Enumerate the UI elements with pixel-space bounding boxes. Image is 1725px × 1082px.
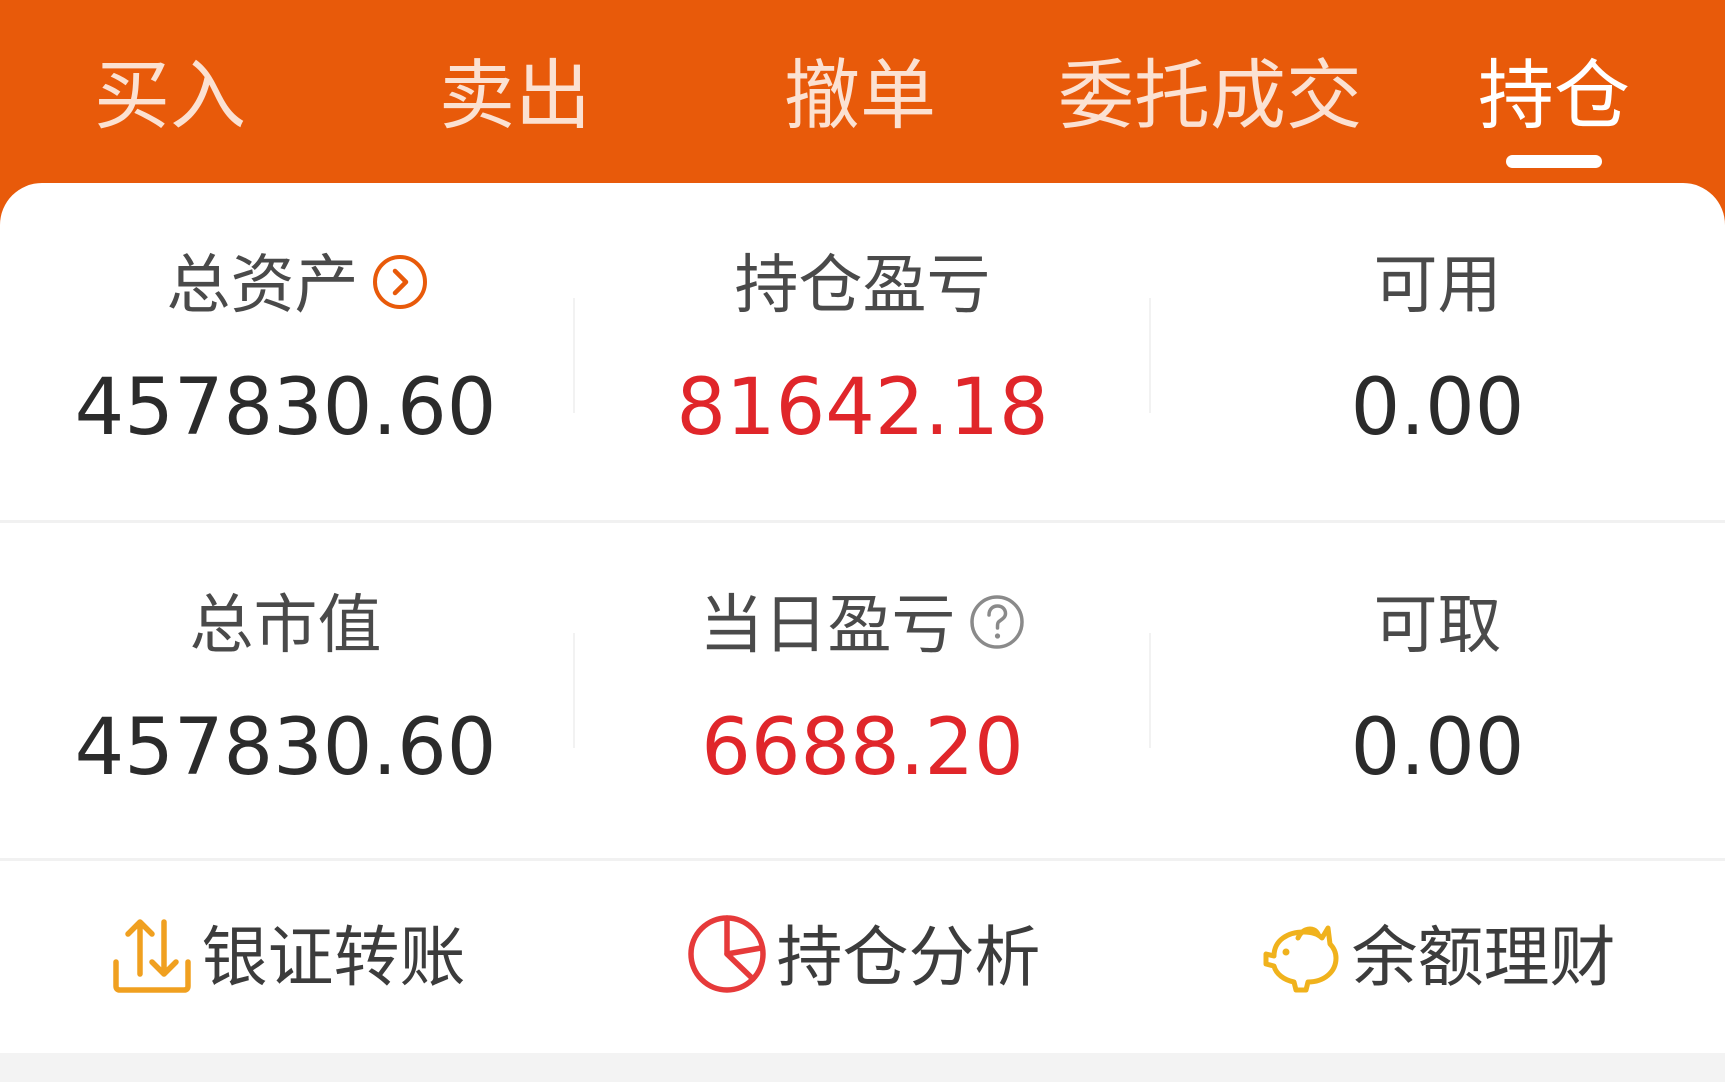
trade-tabs: 买入 卖出 撤单 委托成交 持仓 — [0, 0, 1725, 185]
available-label: 可用 — [1150, 243, 1725, 323]
bank-securities-transfer-button[interactable]: 银证转账 — [0, 861, 575, 1053]
chevron-right-circle-icon[interactable] — [371, 253, 429, 311]
position-analysis-label: 持仓分析 — [776, 918, 1041, 996]
help-circle-icon[interactable] — [968, 593, 1026, 651]
position-pnl-value: 81642.18 — [676, 363, 1049, 453]
daily-pnl-label: 当日盈亏 — [699, 589, 956, 664]
total-assets-label: 总资产 — [166, 249, 359, 324]
market-value-label-text: 总市值 — [189, 589, 382, 664]
account-summary-card: 总资产 457830.60 持仓盈亏 81642.18 可用 0.00 总市值 … — [0, 183, 1725, 1053]
balance-wealth-label: 余额理财 — [1351, 918, 1616, 996]
tab-buy[interactable]: 买入 — [70, 48, 270, 144]
market-value-label: 总市值 — [0, 583, 573, 663]
transfer-icon — [112, 918, 191, 993]
position-analysis-button[interactable]: 持仓分析 — [575, 861, 1150, 1053]
total-assets-value: 457830.60 — [74, 363, 497, 453]
position-pnl-label: 持仓盈亏 — [575, 243, 1150, 323]
tab-sell[interactable]: 卖出 — [415, 48, 615, 144]
market-value-cell: 总市值 457830.60 — [0, 523, 575, 859]
tab-orders-trades[interactable]: 委托成交 — [1050, 48, 1370, 144]
summary-row-1: 总资产 457830.60 持仓盈亏 81642.18 可用 0.00 — [0, 183, 1725, 521]
pie-chart-icon — [687, 914, 766, 993]
withdrawable-cell: 可取 0.00 — [1150, 523, 1725, 859]
balance-wealth-button[interactable]: 余额理财 — [1150, 861, 1725, 1053]
bank-securities-transfer-label: 银证转账 — [201, 918, 466, 996]
withdrawable-label-text: 可取 — [1373, 589, 1502, 664]
available-cell: 可用 0.00 — [1150, 183, 1725, 521]
tab-cancel-order[interactable]: 撤单 — [760, 48, 960, 144]
piggy-bank-icon — [1263, 925, 1338, 992]
withdrawable-label: 可取 — [1150, 583, 1725, 663]
total-assets-cell[interactable]: 总资产 457830.60 — [0, 183, 575, 521]
total-assets-label-wrap: 总资产 — [10, 243, 585, 323]
market-value-value: 457830.60 — [74, 703, 497, 793]
position-pnl-label-text: 持仓盈亏 — [734, 249, 991, 324]
active-tab-indicator — [1506, 155, 1602, 168]
available-value: 0.00 — [1350, 363, 1525, 453]
summary-row-2: 总市值 457830.60 当日盈亏 6688.20 可取 0.00 — [0, 523, 1725, 859]
daily-pnl-cell: 当日盈亏 6688.20 — [575, 523, 1150, 859]
position-pnl-cell: 持仓盈亏 81642.18 — [575, 183, 1150, 521]
quick-actions: 银证转账 持仓分析 余额理财 — [0, 861, 1725, 1053]
withdrawable-value: 0.00 — [1350, 703, 1525, 793]
tab-positions[interactable]: 持仓 — [1454, 48, 1654, 144]
daily-pnl-value: 6688.20 — [701, 703, 1024, 793]
available-label-text: 可用 — [1373, 249, 1502, 324]
daily-pnl-label-wrap: 当日盈亏 — [575, 583, 1150, 663]
